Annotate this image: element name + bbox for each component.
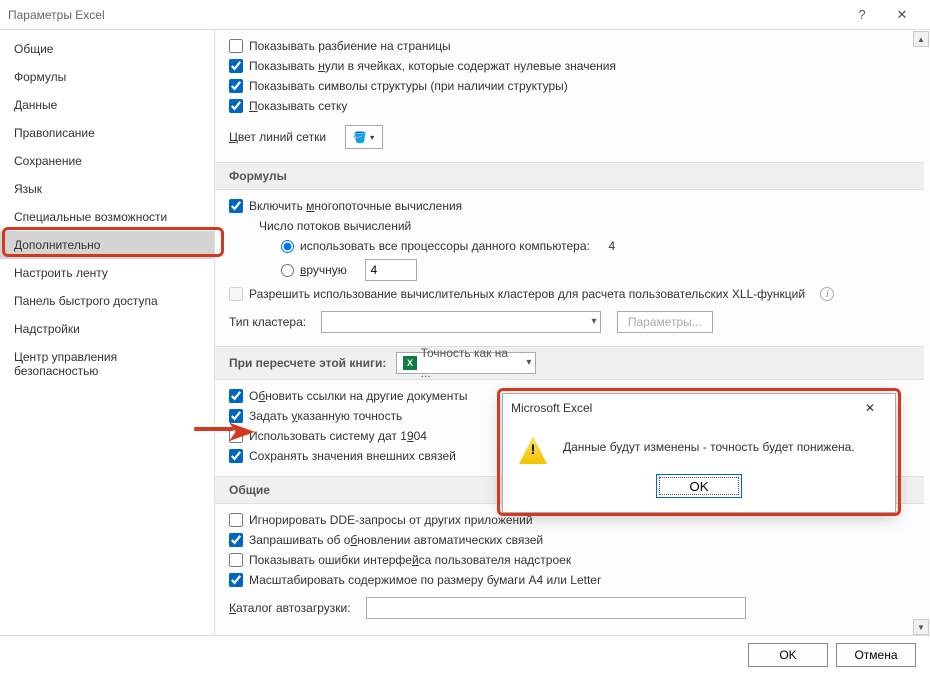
sidebar-item-addins[interactable]: Надстройки [0,315,214,343]
manual-thread-input[interactable] [365,259,417,281]
checkbox-scale-paper[interactable] [229,573,243,587]
scrollbar-down-button[interactable]: ▼ [913,619,929,635]
checkbox-update-links[interactable] [229,389,243,403]
checkbox-show-grid[interactable] [229,99,243,113]
sidebar-item-language[interactable]: Язык [0,175,214,203]
label-show-grid: Показывать сетку [249,99,347,113]
checkbox-show-outline[interactable] [229,79,243,93]
checkbox-addin-errors[interactable] [229,553,243,567]
radio-use-all-procs[interactable] [281,240,294,253]
excel-icon: X [403,356,416,370]
checkbox-date-1904[interactable] [229,429,243,443]
label-ask-links: Запрашивать об обновлении автоматических… [249,533,543,547]
label-show-page-breaks: Показывать разбиение на страницы [249,39,451,53]
checkbox-allow-xll [229,287,243,301]
dialog-footer: OK Отмена [0,635,930,673]
label-update-links: Обновить ссылки на другие документы [249,389,467,403]
workbook-dropdown[interactable]: XТочность как на ... [396,352,536,374]
warning-dialog: Microsoft Excel ✕ Данные будут изменены … [502,393,896,513]
checkbox-ignore-dde[interactable] [229,513,243,527]
label-multithread: Включить многопоточные вычисления [249,199,462,213]
sidebar-item-general[interactable]: Общие [0,35,214,63]
sidebar-item-formulas[interactable]: Формулы [0,63,214,91]
label-show-outline: Показывать символы структуры (при наличи… [249,79,568,93]
close-button[interactable]: ✕ [882,1,922,29]
content-pane: Показывать разбиение на страницы Показыв… [215,30,930,635]
sidebar-item-save[interactable]: Сохранение [0,147,214,175]
checkbox-multithread[interactable] [229,199,243,213]
grid-color-picker[interactable]: 🪣 ▾ [345,125,383,149]
dialog-ok-button[interactable]: OK [656,474,742,498]
label-addin-errors: Показывать ошибки интерфейса пользовател… [249,553,571,567]
sidebar-item-quick-access[interactable]: Панель быстрого доступа [0,287,214,315]
section-header-formulas: Формулы [215,162,924,190]
cluster-params-button: Параметры... [617,311,713,333]
sidebar-item-data[interactable]: Данные [0,91,214,119]
label-show-zero: Показывать нули в ячейках, которые содер… [249,59,616,73]
cancel-button[interactable]: Отмена [836,643,916,667]
label-scale-paper: Масштабировать содержимое по размеру бум… [249,573,601,587]
label-autoload: Каталог автозагрузки: [229,601,351,615]
label-grid-color: Цвет линий сетки [229,130,326,144]
scrollbar-up-button[interactable]: ▲ [913,31,929,47]
section-header-recalc: При пересчете этой книги: XТочность как … [215,346,924,380]
recalc-header-label: При пересчете этой книги: [229,356,386,370]
autoload-path-input[interactable] [366,597,746,619]
dialog-close-button[interactable]: ✕ [853,401,887,415]
window-title: Параметры Excel [8,8,842,22]
label-allow-xll: Разрешить использование вычислительных к… [249,287,805,301]
checkbox-show-page-breaks[interactable] [229,39,243,53]
sidebar-item-customize-ribbon[interactable]: Настроить ленту [0,259,214,287]
label-set-precision: Задать указанную точность [249,409,402,423]
checkbox-set-precision[interactable] [229,409,243,423]
sidebar: Общие Формулы Данные Правописание Сохран… [0,30,215,635]
info-icon[interactable]: i [820,287,834,301]
sidebar-item-advanced[interactable]: Дополнительно [0,231,214,259]
label-use-all-procs: использовать все процессоры данного комп… [300,239,590,253]
ok-button[interactable]: OK [748,643,828,667]
titlebar: Параметры Excel ? ✕ [0,0,930,30]
label-manual-procs: вручную [300,263,347,277]
dialog-title: Microsoft Excel [511,401,853,415]
help-button[interactable]: ? [842,1,882,29]
label-thread-count: Число потоков вычислений [259,219,411,233]
label-date-1904: Использовать систему дат 1904 [249,429,427,443]
dialog-message: Данные будут изменены - точность будет п… [563,436,855,454]
cluster-type-dropdown[interactable] [321,311,601,333]
warning-icon [519,436,547,464]
label-save-external: Сохранять значения внешних связей [249,449,456,463]
label-cluster-type: Тип кластера: [229,315,306,329]
label-ignore-dde: Игнорировать DDE-запросы от других прило… [249,513,533,527]
paint-bucket-icon: 🪣 [353,131,367,144]
sidebar-item-accessibility[interactable]: Специальные возможности [0,203,214,231]
sidebar-item-proofing[interactable]: Правописание [0,119,214,147]
checkbox-save-external[interactable] [229,449,243,463]
sidebar-item-trust-center[interactable]: Центр управления безопасностью [0,343,214,385]
radio-manual-procs[interactable] [281,264,294,277]
checkbox-ask-links[interactable] [229,533,243,547]
workbook-name: Точность как на ... [421,343,516,383]
proc-count-value: 4 [609,239,616,253]
checkbox-show-zero[interactable] [229,59,243,73]
